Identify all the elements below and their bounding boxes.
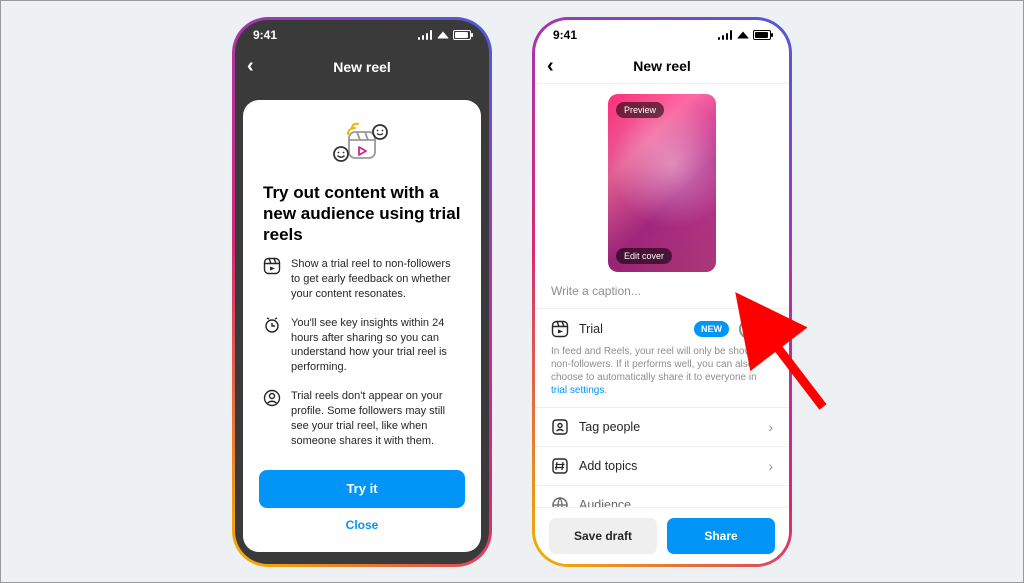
- status-icons: [718, 30, 771, 40]
- modal-title: Try out content with a new audience usin…: [259, 182, 465, 258]
- trial-description: In feed and Reels, your reel will only b…: [551, 345, 773, 397]
- trial-settings-link[interactable]: trial settings: [551, 385, 604, 396]
- trial-label: Trial: [579, 322, 684, 336]
- page-title: New reel: [247, 59, 477, 75]
- modal-bullet-1: Show a trial reel to non-followers to ge…: [263, 257, 461, 302]
- close-button[interactable]: Close: [259, 508, 465, 542]
- status-bar: 9:41: [535, 20, 789, 50]
- annotation-arrow: [748, 317, 838, 417]
- share-button[interactable]: Share: [667, 518, 775, 554]
- nav-bar: ‹ New reel: [235, 50, 489, 84]
- modal-bullet-2: You'll see key insights within 24 hours …: [263, 316, 461, 375]
- try-it-button[interactable]: Try it: [259, 470, 465, 508]
- reel-preview[interactable]: Preview Edit cover: [608, 94, 716, 272]
- preview-badge[interactable]: Preview: [616, 102, 664, 118]
- trial-reels-modal: Try out content with a new audience usin…: [243, 100, 481, 552]
- page-title: New reel: [547, 58, 777, 74]
- bottom-action-bar: Save draft Share: [535, 507, 789, 564]
- phone-right: 9:41 ‹ New reel Preview Edit c: [532, 17, 792, 567]
- person-icon: [551, 418, 569, 436]
- save-draft-button[interactable]: Save draft: [549, 518, 657, 554]
- chevron-right-icon: ›: [768, 419, 773, 435]
- profile-icon: [263, 389, 281, 448]
- hashtag-icon: [551, 457, 569, 475]
- modal-bullet-3: Trial reels don't appear on your profile…: [263, 389, 461, 448]
- clock-icon: [263, 316, 281, 375]
- reels-icon: [263, 257, 281, 302]
- status-icons: [418, 30, 471, 40]
- edit-cover-button[interactable]: Edit cover: [616, 248, 672, 264]
- status-time: 9:41: [553, 28, 577, 42]
- status-bar: 9:41: [235, 20, 489, 50]
- chevron-right-icon: ›: [768, 458, 773, 474]
- globe-icon: [551, 496, 569, 507]
- audience-row[interactable]: Audience: [535, 486, 789, 507]
- nav-bar: ‹ New reel: [535, 50, 789, 84]
- reels-icon: [551, 320, 569, 338]
- add-topics-row[interactable]: Add topics ›: [535, 447, 789, 486]
- caption-input[interactable]: Write a caption...: [535, 280, 789, 309]
- status-time: 9:41: [253, 28, 277, 42]
- modal-illustration-icon: [259, 118, 465, 172]
- phone-left: 9:41 ‹ New reel: [232, 17, 492, 567]
- new-badge: NEW: [694, 321, 729, 337]
